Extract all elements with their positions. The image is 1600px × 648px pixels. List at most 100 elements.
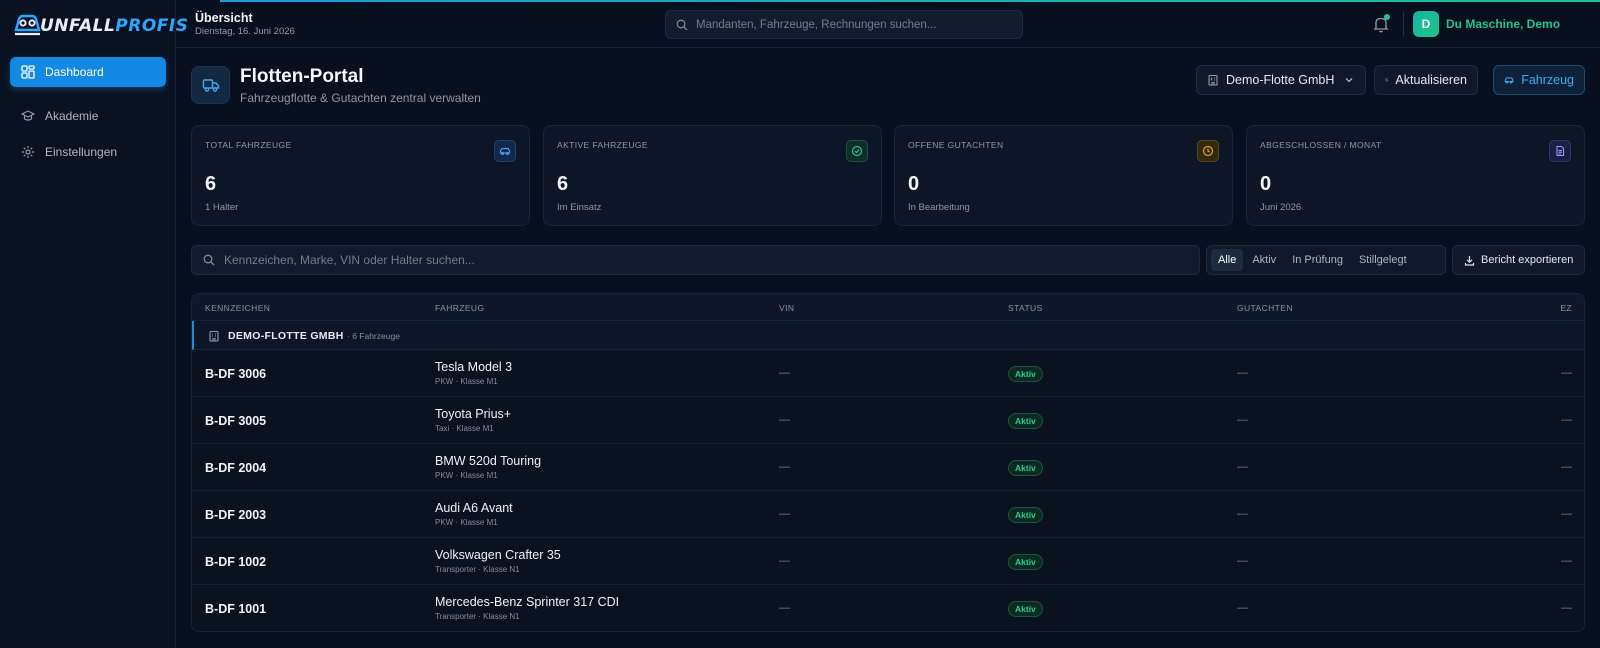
ez-cell: — <box>1561 602 1572 614</box>
group-count: · 6 Fahrzeuge <box>347 331 400 341</box>
stat-label: OFFENE GUTACHTEN <box>908 140 1004 150</box>
table-group-row[interactable]: DEMO-FLOTTE GMBH · 6 Fahrzeuge <box>192 321 1584 350</box>
vehicle-meta: Taxi · Klasse M1 <box>435 424 494 433</box>
top-header: Übersicht Dienstag, 16. Juni 2026 D Du M… <box>176 0 1600 48</box>
stat-label: AKTIVE FAHRZEUGE <box>557 140 648 150</box>
add-vehicle-button[interactable]: Fahrzeug <box>1493 65 1585 95</box>
table-row[interactable]: B-DF 3005 Toyota Prius+ Taxi · Klasse M1… <box>192 397 1584 444</box>
sidebar-item-dashboard[interactable]: Dashboard <box>10 57 166 87</box>
stat-icon-wrap <box>1197 140 1219 162</box>
stat-value: 6 <box>205 173 217 195</box>
refresh-button[interactable]: Aktualisieren <box>1374 65 1478 95</box>
stat-icon-wrap <box>846 140 868 162</box>
graduation-cap-icon <box>21 110 35 121</box>
global-search[interactable] <box>665 10 1023 39</box>
stat-card-open-reports: OFFENE GUTACHTEN 0 In Bearbeitung <box>894 125 1233 226</box>
vin-cell: — <box>779 508 790 520</box>
filter-tab-in-pruefung[interactable]: In Prüfung <box>1285 249 1350 271</box>
ez-cell: — <box>1561 461 1572 473</box>
column-header-status[interactable]: STATUS <box>1008 303 1043 313</box>
sidebar-item-label: Akademie <box>45 109 99 123</box>
column-header-kennzeichen[interactable]: KENNZEICHEN <box>205 303 270 313</box>
notifications-button[interactable] <box>1371 14 1391 34</box>
vehicle-model: Volkswagen Crafter 35 <box>435 548 561 562</box>
plate-cell: B-DF 1002 <box>205 555 267 569</box>
sidebar-item-akademie[interactable]: Akademie <box>10 101 166 131</box>
export-report-button[interactable]: Bericht exportieren <box>1452 245 1585 275</box>
current-date: Dienstag, 16. Juni 2026 <box>195 26 295 37</box>
vehicle-model: BMW 520d Touring <box>435 454 542 468</box>
filter-tab-aktiv[interactable]: Aktiv <box>1245 249 1283 271</box>
gutachten-cell: — <box>1237 602 1248 614</box>
global-search-input[interactable] <box>696 18 1006 31</box>
column-header-gutachten[interactable]: GUTACHTEN <box>1237 303 1293 313</box>
car-icon <box>499 147 511 156</box>
status-badge: Aktiv <box>1008 366 1043 382</box>
column-header-vin[interactable]: VIN <box>779 303 794 313</box>
table-row[interactable]: B-DF 3006 Tesla Model 3 PKW · Klasse M1 … <box>192 350 1584 397</box>
column-header-ez[interactable]: EZ <box>1560 303 1572 313</box>
vin-cell: — <box>779 414 790 426</box>
stat-value: 6 <box>557 173 569 195</box>
gutachten-cell: — <box>1237 414 1248 426</box>
fleet-select[interactable]: Demo-Flotte GmbH <box>1196 65 1366 95</box>
vin-cell: — <box>779 461 790 473</box>
plate-cell: B-DF 3005 <box>205 414 267 428</box>
vehicle-meta: Transporter · Klasse N1 <box>435 612 520 621</box>
vehicle-model: Audi A6 Avant <box>435 501 513 515</box>
refresh-icon <box>1385 78 1389 82</box>
stat-subtext: Im Einsatz <box>557 202 602 213</box>
vehicle-search[interactable] <box>191 245 1200 275</box>
page-icon <box>191 66 230 104</box>
status-badge: Aktiv <box>1008 601 1043 617</box>
table-row[interactable]: B-DF 2004 BMW 520d Touring PKW · Klasse … <box>192 444 1584 491</box>
stat-card-total-vehicles: TOTAL FAHRZEUGE 6 1 Halter <box>191 125 530 226</box>
brand-logo[interactable]: UNFALLPROFIS <box>12 8 188 38</box>
group-name: DEMO-FLOTTE GMBH <box>228 330 344 342</box>
chevron-down-icon <box>1345 78 1353 83</box>
stat-subtext: Juni 2026 <box>1260 202 1302 213</box>
status-filter-tabs: Alle Aktiv In Prüfung Stillgelegt <box>1206 245 1446 275</box>
vin-cell: — <box>779 555 790 567</box>
column-header-fahrzeug[interactable]: FAHRZEUG <box>435 303 484 313</box>
stat-subtext: In Bearbeitung <box>908 202 970 213</box>
search-icon <box>203 254 215 266</box>
notification-dot <box>1384 14 1390 20</box>
page-breadcrumb-title: Übersicht <box>195 11 253 25</box>
table-header: KENNZEICHEN FAHRZEUG VIN STATUS GUTACHTE… <box>192 294 1584 321</box>
status-badge: Aktiv <box>1008 507 1043 523</box>
plate-cell: B-DF 2004 <box>205 461 267 475</box>
user-name[interactable]: Du Maschine, Demo <box>1446 17 1560 31</box>
header-divider <box>1403 12 1404 36</box>
avatar[interactable]: D <box>1413 11 1439 37</box>
gutachten-cell: — <box>1237 461 1248 473</box>
table-row[interactable]: B-DF 1001 Mercedes-Benz Sprinter 317 CDI… <box>192 585 1584 631</box>
download-icon <box>1464 255 1475 266</box>
plate-cell: B-DF 3006 <box>205 367 267 381</box>
vehicle-model: Toyota Prius+ <box>435 407 512 421</box>
table-row[interactable]: B-DF 2003 Audi A6 Avant PKW · Klasse M1 … <box>192 491 1584 538</box>
sidebar-item-einstellungen[interactable]: Einstellungen <box>10 137 166 167</box>
dashboard-grid-icon <box>21 65 35 79</box>
refresh-button-label: Aktualisieren <box>1395 73 1467 87</box>
sidebar: UNFALLPROFIS Dashboard Akademie Einstell… <box>0 0 188 648</box>
document-icon <box>1556 145 1565 157</box>
vehicle-meta: PKW · Klasse M1 <box>435 377 498 386</box>
building-icon <box>209 330 219 342</box>
vehicle-model: Tesla Model 3 <box>435 360 513 374</box>
search-icon <box>676 19 688 30</box>
status-badge: Aktiv <box>1008 554 1043 570</box>
add-vehicle-button-label: Fahrzeug <box>1521 73 1574 87</box>
vin-cell: — <box>779 602 790 614</box>
table-row[interactable]: B-DF 1002 Volkswagen Crafter 35 Transpor… <box>192 538 1584 585</box>
sidebar-item-label: Dashboard <box>45 65 104 79</box>
stat-card-completed-month: ABGESCHLOSSEN / MONAT 0 Juni 2026 <box>1246 125 1585 226</box>
plate-cell: B-DF 1001 <box>205 602 267 616</box>
filter-tab-stillgelegt[interactable]: Stillgelegt <box>1352 249 1414 271</box>
vehicle-search-input[interactable] <box>224 253 1124 267</box>
filter-tab-alle[interactable]: Alle <box>1211 249 1244 271</box>
vehicle-model: Mercedes-Benz Sprinter 317 CDI <box>435 595 620 609</box>
ez-cell: — <box>1561 367 1572 379</box>
ez-cell: — <box>1561 414 1572 426</box>
gutachten-cell: — <box>1237 555 1248 567</box>
